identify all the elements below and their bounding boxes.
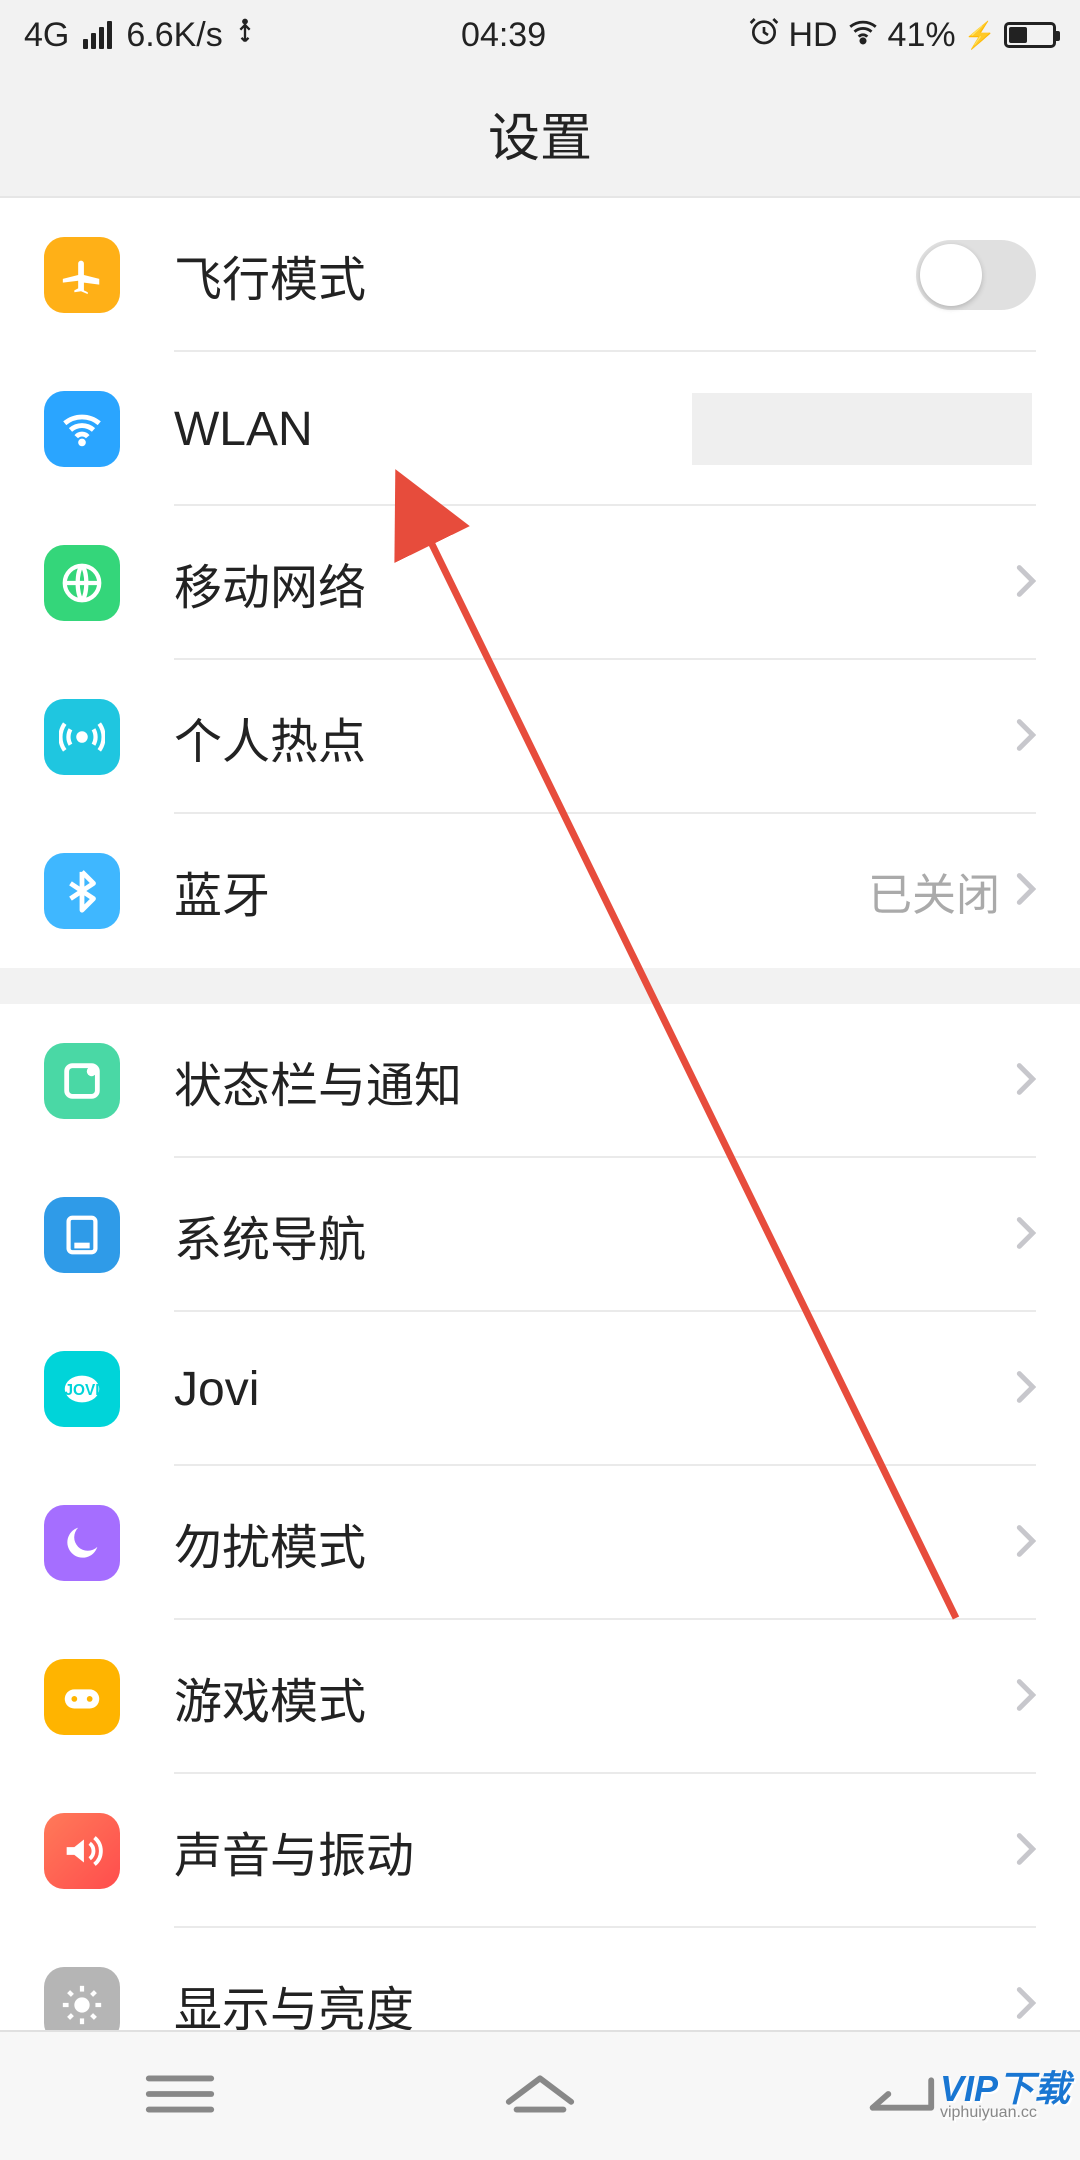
row-label: 蓝牙 <box>174 856 868 926</box>
settings-row-sysnav[interactable]: 系统导航 <box>0 1158 1080 1312</box>
status-left: 4G 6.6K/s <box>24 16 259 55</box>
recents-button[interactable] <box>141 2068 219 2125</box>
chevron-right-icon <box>1016 1061 1036 1102</box>
toggle-airplane[interactable] <box>916 240 1036 310</box>
sysnav-icon <box>44 1197 120 1273</box>
data-speed: 6.6K/s <box>126 16 222 55</box>
settings-row-status-notif[interactable]: 状态栏与通知 <box>0 1004 1080 1158</box>
group-separator <box>0 968 1080 1004</box>
game-icon <box>44 1659 120 1735</box>
row-label: 个人热点 <box>174 702 1016 772</box>
battery-percent: 41% <box>888 16 956 55</box>
globe-icon <box>44 545 120 621</box>
jovi-icon <box>44 1351 120 1427</box>
chevron-right-icon <box>1016 1369 1036 1410</box>
hotspot-icon <box>44 699 120 775</box>
chevron-right-icon <box>1016 1831 1036 1872</box>
home-button[interactable] <box>501 2068 579 2125</box>
battery-icon <box>1004 22 1056 48</box>
row-label: 系统导航 <box>174 1200 1016 1270</box>
status-bar: 4G 6.6K/s 04:39 HD 41% ⚡ <box>0 0 1080 70</box>
chevron-right-icon <box>1016 1677 1036 1718</box>
row-label: 状态栏与通知 <box>174 1046 1016 1116</box>
settings-row-hotspot[interactable]: 个人热点 <box>0 660 1080 814</box>
settings-row-mobile[interactable]: 移动网络 <box>0 506 1080 660</box>
settings-list: 飞行模式 WLAN 移动网络个人热点蓝牙已关闭状态栏与通知系统导航 Jovi 勿扰模式游… <box>0 198 1080 2082</box>
signal-icon <box>83 21 112 49</box>
settings-row-jovi[interactable]: Jovi <box>0 1312 1080 1466</box>
airplane-icon <box>44 237 120 313</box>
status-time: 04:39 <box>461 16 546 55</box>
usb-icon <box>231 16 259 55</box>
chevron-right-icon <box>1016 717 1036 758</box>
page-title: 设置 <box>0 70 1080 198</box>
chevron-right-icon <box>1016 871 1036 912</box>
settings-row-wlan[interactable]: WLAN <box>0 352 1080 506</box>
notif-icon <box>44 1043 120 1119</box>
chevron-right-icon <box>1016 1523 1036 1564</box>
row-value-redacted <box>692 393 1032 465</box>
wifi-status-icon <box>846 14 880 57</box>
settings-row-airplane[interactable]: 飞行模式 <box>0 198 1080 352</box>
settings-row-sound[interactable]: 声音与振动 <box>0 1774 1080 1928</box>
settings-row-game[interactable]: 游戏模式 <box>0 1620 1080 1774</box>
hd-indicator: HD <box>788 16 837 55</box>
chevron-right-icon <box>1016 1985 1036 2026</box>
back-button[interactable] <box>861 2068 939 2125</box>
moon-icon <box>44 1505 120 1581</box>
row-label: WLAN <box>174 402 692 457</box>
bluetooth-icon <box>44 853 120 929</box>
row-label: 勿扰模式 <box>174 1508 1016 1578</box>
settings-row-dnd[interactable]: 勿扰模式 <box>0 1466 1080 1620</box>
row-label: 声音与振动 <box>174 1816 1016 1886</box>
charging-icon: ⚡ <box>964 20 996 51</box>
wifi-icon <box>44 391 120 467</box>
row-value: 已关闭 <box>868 859 1000 923</box>
row-label: 游戏模式 <box>174 1662 1016 1732</box>
settings-row-bluetooth[interactable]: 蓝牙已关闭 <box>0 814 1080 968</box>
alarm-icon <box>748 15 780 56</box>
navigation-bar <box>0 2030 1080 2160</box>
row-label: 移动网络 <box>174 548 1016 618</box>
row-label: Jovi <box>174 1362 1016 1417</box>
network-indicator: 4G <box>24 16 69 55</box>
chevron-right-icon <box>1016 1215 1036 1256</box>
watermark: VIP下载 viphuiyuan.cc <box>940 2073 1070 2120</box>
sound-icon <box>44 1813 120 1889</box>
chevron-right-icon <box>1016 563 1036 604</box>
status-right: HD 41% ⚡ <box>748 14 1056 57</box>
row-label: 飞行模式 <box>174 240 916 310</box>
